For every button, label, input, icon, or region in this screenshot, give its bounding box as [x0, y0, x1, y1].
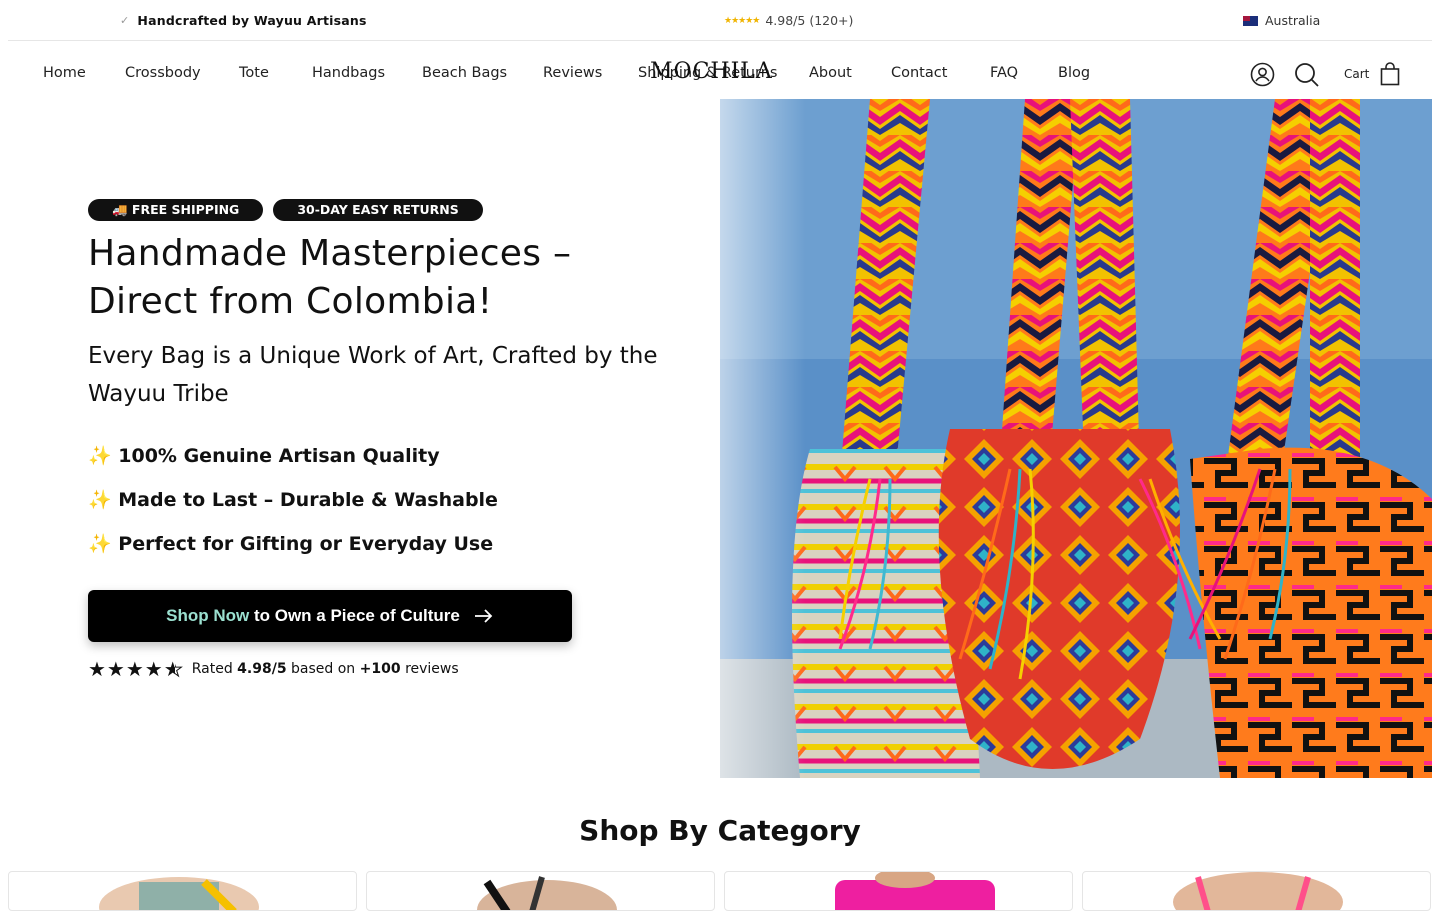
arrow-right-icon — [474, 609, 493, 623]
artisan-note: ✓ Handcrafted by Wayuu Artisans — [120, 13, 367, 28]
artisan-text: Handcrafted by Wayuu Artisans — [137, 13, 367, 28]
category-card[interactable] — [8, 871, 357, 911]
category-card[interactable] — [1082, 871, 1431, 911]
brand-logo[interactable]: MOCHILA — [650, 59, 773, 84]
rating-value: 4.98/5 — [237, 661, 287, 677]
nav-home[interactable]: Home — [43, 65, 86, 81]
cta-text: to Own a Piece of Culture — [253, 606, 460, 625]
account-icon[interactable] — [1250, 62, 1275, 91]
category-card[interactable] — [724, 871, 1073, 911]
logo-text: MOCHILA — [650, 59, 773, 84]
category-heading: Shop By Category — [579, 814, 861, 847]
category-image — [1173, 872, 1343, 910]
hero-badges: 🚚 FREE SHIPPING 30-DAY EASY RETURNS — [88, 199, 483, 221]
review-stars-icon: ★★★★★★ — [88, 657, 183, 681]
check-icon: ✓ — [120, 14, 130, 27]
nav-contact[interactable]: Contact — [891, 65, 947, 81]
nav-crossbody[interactable]: Crossbody — [125, 65, 201, 81]
free-shipping-badge: 🚚 FREE SHIPPING — [88, 199, 264, 221]
nav-tote[interactable]: Tote — [239, 65, 269, 81]
rating-prefix: Rated — [191, 661, 233, 677]
hero-subtitle: Every Bag is a Unique Work of Art, Craft… — [88, 343, 658, 407]
announcement-bar: ✓ Handcrafted by Wayuu Artisans ★★★★★ 4.… — [8, 0, 1432, 41]
nav-faq[interactable]: FAQ — [990, 65, 1018, 81]
australia-flag-icon — [1243, 15, 1258, 26]
nav-about[interactable]: About — [809, 65, 852, 81]
search-icon[interactable] — [1294, 62, 1320, 92]
category-image — [835, 872, 995, 910]
feature-quality: ✨ 100% Genuine Artisan Quality — [88, 445, 440, 467]
category-card[interactable] — [366, 871, 715, 911]
review-summary: ★★★★★★ Rated 4.98/5 based on +100 review… — [88, 657, 459, 681]
rating-stars-icon: ★★★★★ — [724, 15, 760, 26]
shop-now-button[interactable]: Shop Now to Own a Piece of Culture — [88, 590, 572, 642]
store-rating-text: 4.98/5 (120+) — [765, 13, 854, 28]
nav-beach-bags[interactable]: Beach Bags — [422, 65, 507, 81]
feature-gifting: ✨ Perfect for Gifting or Everyday Use — [88, 533, 494, 555]
cta-highlight: Shop Now — [166, 606, 250, 625]
category-image — [99, 877, 259, 910]
nav-blog[interactable]: Blog — [1058, 65, 1090, 81]
hero-title: Handmade Masterpieces – Direct from Colo… — [88, 233, 572, 322]
rating-mid: based on — [291, 661, 356, 677]
rating-count: +100 — [359, 661, 401, 677]
hero-image — [720, 99, 1432, 778]
rating-suffix: reviews — [405, 661, 459, 677]
region-label: Australia — [1265, 13, 1321, 28]
wayuu-bags-illustration — [720, 99, 1432, 778]
easy-returns-badge: 30-DAY EASY RETURNS — [273, 199, 483, 221]
nav-reviews[interactable]: Reviews — [543, 65, 602, 81]
nav-handbags[interactable]: Handbags — [312, 65, 385, 81]
feature-durable: ✨ Made to Last – Durable & Washable — [88, 489, 498, 511]
bag-icon[interactable] — [1380, 62, 1400, 90]
region-selector[interactable]: Australia — [1243, 13, 1320, 28]
category-image — [477, 876, 617, 910]
store-rating: ★★★★★ 4.98/5 (120+) — [724, 13, 853, 28]
cart-label[interactable]: Cart — [1344, 67, 1369, 81]
